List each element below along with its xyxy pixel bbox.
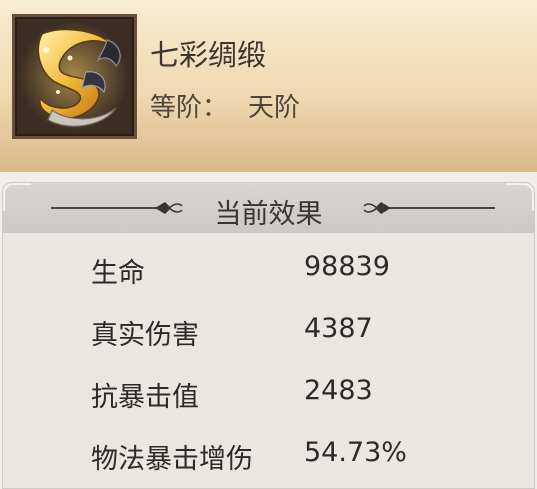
effects-panel: 当前效果 生命 98839 真实伤害 4387 抗暴击值 2483 物法暴击增伤… [2, 182, 535, 489]
stat-label: 抗暴击值 [91, 382, 199, 413]
effects-title: 当前效果 [214, 199, 323, 230]
grade-label: 等阶： [150, 93, 229, 123]
grade-value: 天阶 [248, 93, 301, 123]
stat-label: 生命 [91, 258, 145, 289]
effects-panel-header: 当前效果 [3, 183, 534, 233]
stat-value: 2483 [304, 375, 373, 406]
item-icon-frame[interactable] [12, 14, 137, 139]
stat-row: 真实伤害 4387 [3, 301, 534, 361]
stat-row: 生命 98839 [3, 239, 534, 299]
golden-serpent-ribbon-icon [19, 21, 129, 131]
stat-row: 抗暴击值 2483 [3, 363, 534, 423]
item-header: 七彩绸缎 等阶： 天阶 [0, 0, 537, 172]
stat-row: 物法暴击增伤 54.73% [3, 425, 534, 485]
stat-label: 物法暴击增伤 [91, 444, 253, 475]
stat-value: 4387 [304, 313, 373, 344]
item-name: 七彩绸缎 [150, 38, 267, 72]
stat-value: 98839 [304, 251, 390, 282]
stat-value: 54.73% [304, 437, 407, 468]
stat-label: 真实伤害 [91, 320, 199, 351]
